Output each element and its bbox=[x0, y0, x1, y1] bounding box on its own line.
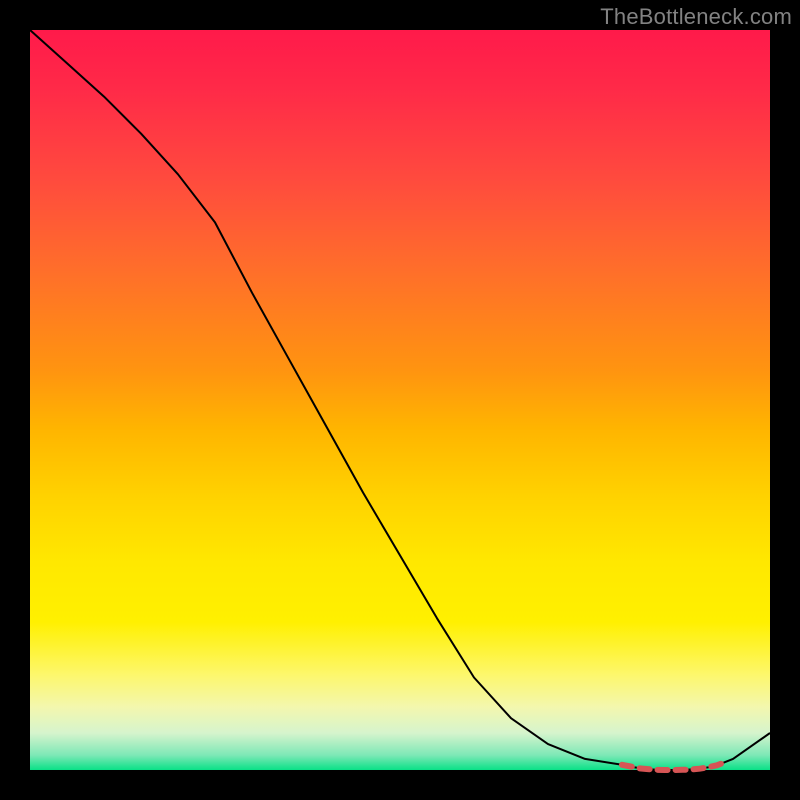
bottleneck-curve bbox=[30, 30, 770, 770]
chart-stage: TheBottleneck.com bbox=[0, 0, 800, 800]
optimal-range-marker bbox=[622, 762, 726, 770]
watermark-text: TheBottleneck.com bbox=[600, 4, 792, 30]
chart-overlay bbox=[30, 30, 770, 770]
